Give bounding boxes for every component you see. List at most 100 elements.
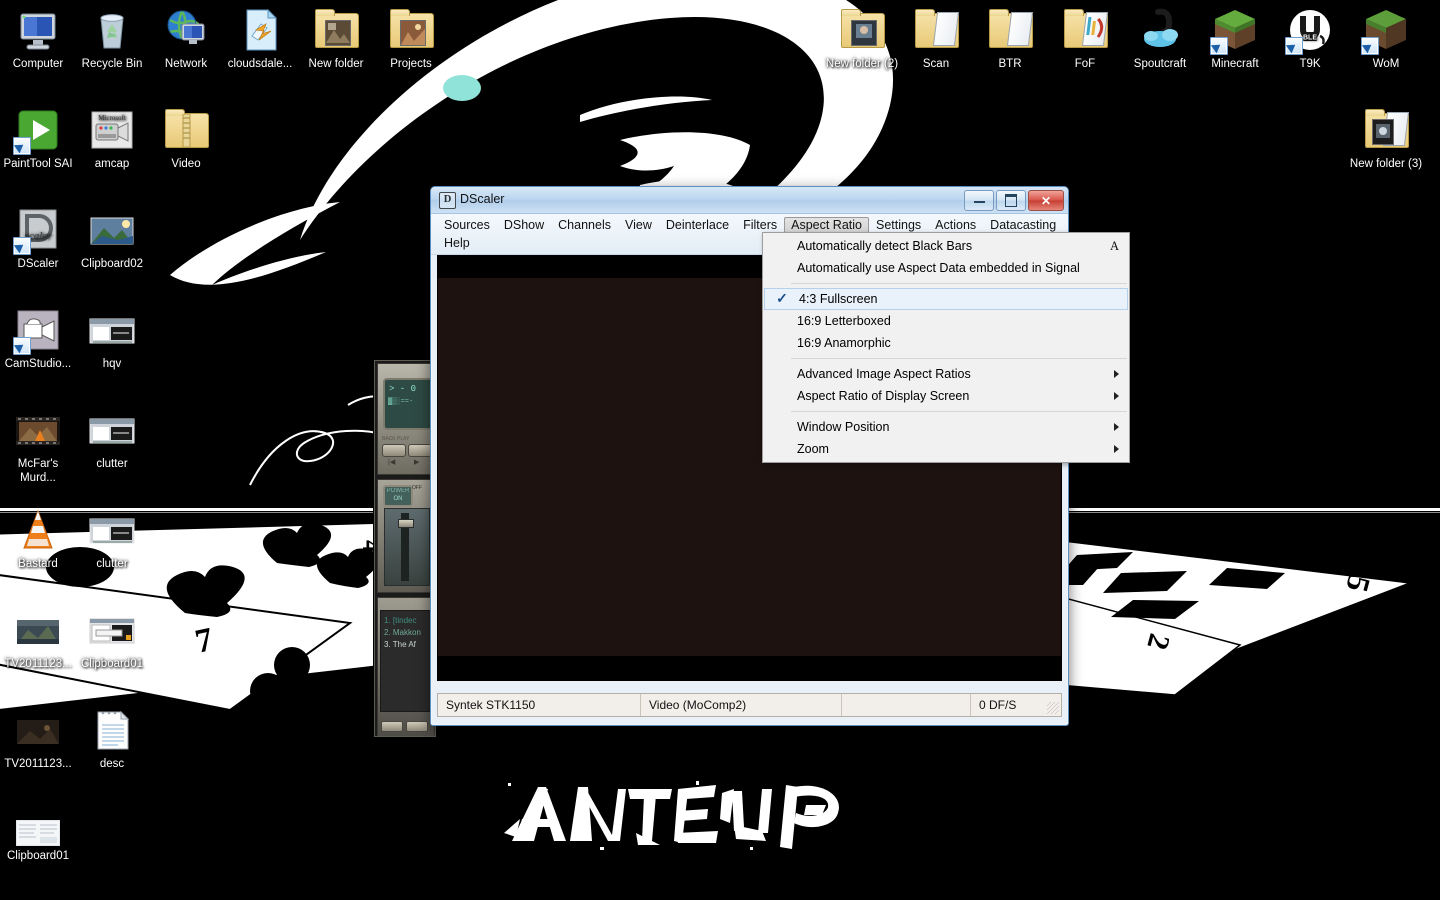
recycle-bin-icon: [88, 6, 136, 54]
resize-grip[interactable]: [1047, 702, 1059, 714]
desktop-icon-new-folder-2[interactable]: New folder (2): [824, 6, 900, 72]
image-thumb-icon: [14, 606, 62, 654]
menu-item-label: Automatically use Aspect Data embedded i…: [797, 261, 1080, 275]
minecraft-icon: [1210, 6, 1259, 55]
technic-icon: BLE: [1285, 6, 1334, 55]
menu-item-16-9-letterboxed[interactable]: 16:9 Letterboxed: [763, 310, 1129, 332]
menu-item-auto-use-aspect-data[interactable]: Automatically use Aspect Data embedded i…: [763, 257, 1129, 279]
desktop-icon-dscaler[interactable]: scaler DScaler: [0, 206, 76, 272]
desktop-icon-network[interactable]: Network: [148, 6, 224, 72]
menu-item-label: Automatically detect Black Bars: [797, 239, 973, 253]
svg-text:scaler: scaler: [25, 230, 53, 242]
desktop-icon-mcfars-murder[interactable]: McFar's Murd...: [0, 406, 76, 485]
desktop-icon-recycle-bin[interactable]: Recycle Bin: [74, 6, 150, 72]
playlist-item[interactable]: 3. The Af: [384, 639, 428, 651]
desktop-icon-label: clutter: [96, 458, 128, 470]
folder-icon: [1362, 106, 1410, 154]
menu-deinterlace[interactable]: Deinterlace: [659, 217, 736, 233]
menu-item-advanced-image-aspect-ratios[interactable]: Advanced Image Aspect Ratios: [763, 363, 1129, 385]
menu-channels[interactable]: Channels: [551, 217, 618, 233]
image-thumb-icon: [14, 706, 62, 754]
desktop-icon-wom[interactable]: WoM: [1348, 6, 1424, 72]
wom-icon: [1361, 6, 1410, 55]
text-document-icon: [88, 706, 136, 754]
window-controls[interactable]: ✕: [964, 190, 1064, 211]
vlc-icon: [14, 506, 62, 554]
menu-item-window-position[interactable]: Window Position: [763, 416, 1129, 438]
playlist-item[interactable]: 2. Makkon: [384, 627, 428, 639]
menu-separator: [791, 358, 1127, 359]
menu-item-auto-detect-black-bars[interactable]: Automatically detect Black Bars A: [763, 235, 1129, 257]
desktop-icon-hqv[interactable]: hqv: [74, 306, 150, 372]
desktop-icon-label: New folder (3): [1349, 158, 1423, 170]
minimize-button[interactable]: [964, 190, 994, 211]
menu-item-16-9-anamorphic[interactable]: 16:9 Anamorphic: [763, 332, 1129, 354]
desktop-icon-label: WoM: [1372, 58, 1400, 70]
desktop-icon-fof[interactable]: FoF: [1047, 6, 1123, 72]
dscaler-titlebar[interactable]: D DScaler ✕: [431, 187, 1068, 214]
desktop-icon-new-folder-3[interactable]: New folder (3): [1348, 106, 1424, 172]
desktop-icon-computer[interactable]: Computer: [0, 6, 76, 72]
desktop-icon-projects[interactable]: Projects: [373, 6, 449, 72]
desktop-icon-new-folder[interactable]: New folder: [298, 6, 374, 72]
desktop-icon-clipboard01-2[interactable]: Clipboard01: [0, 819, 76, 864]
desktop-icon-cloudsdale[interactable]: cloudsdale...: [222, 6, 298, 72]
player-next-button[interactable]: [408, 444, 432, 457]
desktop-icon-bastard[interactable]: Bastard: [0, 506, 76, 572]
menu-sources[interactable]: Sources: [437, 217, 497, 233]
desktop-icon-clipboard01-1[interactable]: Clipboard01: [74, 606, 150, 672]
folder-icon: [312, 6, 360, 54]
maximize-button[interactable]: [996, 190, 1026, 211]
desktop-icon-label: FoF: [1074, 58, 1096, 70]
menu-actions[interactable]: Actions: [928, 217, 983, 233]
desktop-icon-label: Network: [164, 58, 208, 70]
folder-icon: [986, 6, 1034, 54]
desktop-icon-label: TV2011123...: [4, 658, 72, 670]
desktop-icon-tv2011123-1[interactable]: TV2011123...: [0, 606, 76, 672]
playlist-add-button[interactable]: [381, 721, 403, 732]
menu-aspect-ratio[interactable]: Aspect Ratio: [784, 217, 869, 233]
menu-item-label: Aspect Ratio of Display Screen: [797, 389, 970, 403]
menu-dshow[interactable]: DShow: [497, 217, 551, 233]
menu-help[interactable]: Help: [437, 235, 477, 251]
desktop-icon-amcap[interactable]: Microsoft amcap: [74, 106, 150, 172]
close-button[interactable]: ✕: [1028, 190, 1064, 211]
folder-icon: [912, 6, 960, 54]
desktop-icon-desc[interactable]: desc: [74, 706, 150, 772]
menu-separator: [791, 411, 1127, 412]
player-volume-slider[interactable]: [384, 508, 430, 586]
playlist-item[interactable]: 1. [tindec: [384, 615, 428, 627]
menu-item-4-3-fullscreen[interactable]: ✓ 4:3 Fullscreen: [764, 288, 1128, 310]
desktop-icon-tv2011123-2[interactable]: TV2011123...: [0, 706, 76, 772]
menu-settings[interactable]: Settings: [869, 217, 928, 233]
desktop-icon-scan[interactable]: Scan: [898, 6, 974, 72]
desktop-icon-label: TV2011123...: [4, 758, 72, 770]
desktop-icon-spoutcraft[interactable]: Spoutcraft: [1122, 6, 1198, 72]
menu-item-zoom[interactable]: Zoom: [763, 438, 1129, 460]
menu-datacasting[interactable]: Datacasting: [983, 217, 1063, 233]
player-prev-button[interactable]: [382, 444, 406, 457]
status-mode: Video (MoComp2): [649, 698, 747, 712]
playlist-remove-button[interactable]: [406, 721, 428, 732]
desktop-icon-painttool-sai[interactable]: PaintTool SAI: [0, 106, 76, 172]
media-player-window[interactable]: > - 0 ▓▒░==- BACK PLAY |◀ ▶ POWER ON OFF…: [374, 360, 436, 737]
desktop-icon-camstudio[interactable]: CamStudio...: [0, 306, 76, 372]
menu-view[interactable]: View: [618, 217, 659, 233]
desktop-icon-clipboard02[interactable]: Clipboard02: [74, 206, 150, 272]
desktop-icon-label: Clipboard01: [6, 850, 69, 862]
aspect-ratio-dropdown-menu[interactable]: Automatically detect Black Bars A Automa…: [762, 232, 1130, 463]
desktop-icon-label: clutter: [96, 558, 128, 570]
desktop-icon-clutter-2[interactable]: clutter: [74, 506, 150, 572]
desktop-icon-t9k[interactable]: BLE T9K: [1272, 6, 1348, 72]
svg-text:7: 7: [192, 621, 216, 661]
folder-icon: [838, 6, 886, 54]
desktop-icon-clutter-1[interactable]: clutter: [74, 406, 150, 472]
menu-item-aspect-ratio-of-display-screen[interactable]: Aspect Ratio of Display Screen: [763, 385, 1129, 407]
desktop-icon-video[interactable]: Video: [148, 106, 224, 172]
svg-text:BLE: BLE: [1303, 35, 1317, 42]
player-playlist-panel[interactable]: 1. [tindec 2. Makkon 3. The Af: [377, 597, 435, 736]
desktop-icon-minecraft[interactable]: Minecraft: [1197, 6, 1273, 72]
menu-filters[interactable]: Filters: [736, 217, 784, 233]
desktop-icon-btr[interactable]: BTR: [972, 6, 1048, 72]
desktop-icon-label: Computer: [12, 58, 64, 70]
